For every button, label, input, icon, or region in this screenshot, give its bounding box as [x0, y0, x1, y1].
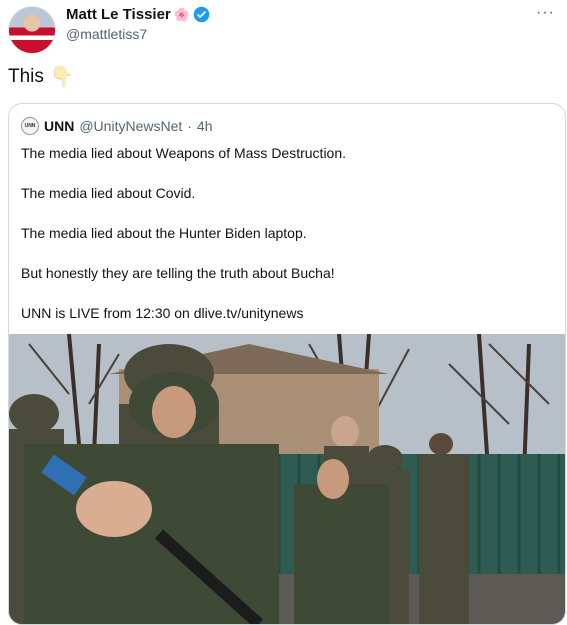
author-avatar[interactable] [8, 6, 56, 54]
pointing-down-icon: 👇 [49, 66, 75, 88]
news-photo[interactable] [9, 334, 565, 624]
quoted-line: The media lied about Covid. [21, 185, 196, 201]
quoted-display-name[interactable]: UNN [44, 118, 74, 134]
more-icon[interactable]: ··· [536, 4, 555, 22]
author-handle[interactable]: @mattletiss7 [66, 26, 147, 42]
quoted-line: The media lied about Weapons of Mass Des… [21, 145, 347, 161]
quoted-line: But honestly they are telling the truth … [21, 265, 335, 281]
quoted-tweet-card[interactable]: UNN UNN @UnityNewsNet · 4h The media lie… [8, 103, 566, 625]
quoted-line: The media lied about the Hunter Biden la… [21, 225, 307, 241]
author-name-row[interactable]: Matt Le Tissier 🌸 [66, 6, 210, 23]
quoted-header: UNN UNN @UnityNewsNet · 4h [21, 117, 213, 135]
dot-separator: · [187, 118, 192, 134]
quoted-handle[interactable]: @UnityNewsNet [79, 118, 182, 134]
quoted-timestamp[interactable]: 4h [197, 118, 213, 134]
tweet-text-row: This 👇 [8, 64, 75, 89]
verified-badge-icon [193, 6, 210, 23]
author-display-name[interactable]: Matt Le Tissier [66, 6, 171, 23]
unn-logo-icon[interactable]: UNN [21, 117, 39, 135]
quoted-text: The media lied about Weapons of Mass Des… [21, 144, 346, 344]
tweet-text: This [8, 65, 44, 87]
flower-emoji: 🌸 [173, 6, 190, 22]
